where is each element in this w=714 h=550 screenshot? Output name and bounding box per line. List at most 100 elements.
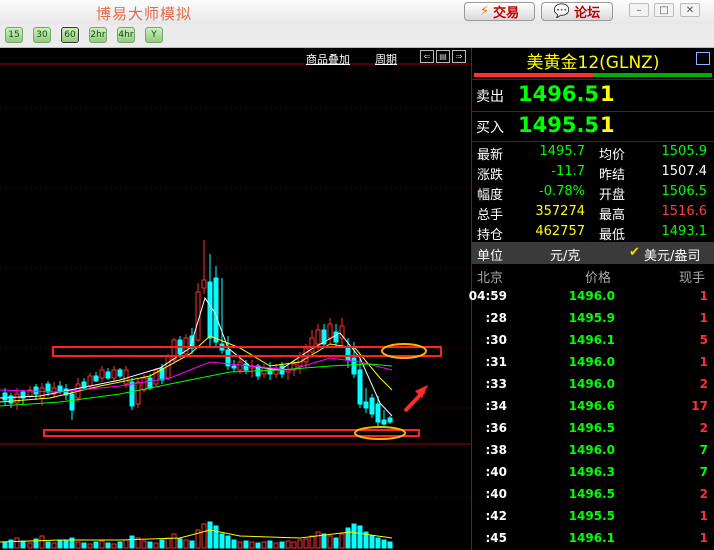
- stat-value: 1507.4: [661, 164, 708, 179]
- candle-body: [99, 369, 105, 379]
- volume-bar: [81, 542, 87, 549]
- forum-button[interactable]: 💬 论坛: [541, 2, 613, 21]
- volume-bar: [93, 541, 99, 549]
- candle-body: [213, 277, 219, 343]
- candle-body: [117, 369, 123, 377]
- tick-time: :30: [485, 333, 508, 347]
- volume-bar: [345, 527, 351, 549]
- volume-bar: [291, 541, 297, 549]
- support-box: [43, 429, 420, 437]
- volume-bar: [219, 533, 225, 549]
- maximize-icon: □: [659, 4, 669, 16]
- volume-bar: [369, 535, 375, 549]
- tick-time: :40: [485, 487, 508, 501]
- tick-qty: 2: [699, 377, 708, 391]
- tick-qty: 5: [699, 333, 708, 347]
- candle-body: [39, 387, 45, 399]
- scroll-right-icon[interactable]: ⇒: [452, 50, 466, 63]
- candle-body: [93, 375, 99, 382]
- maximize-button[interactable]: □: [654, 3, 674, 17]
- stat-label: 均价: [599, 148, 626, 163]
- app-title: 博易大师模拟: [96, 5, 193, 23]
- cycle-link[interactable]: 周期: [375, 51, 397, 67]
- candle-body: [363, 401, 369, 409]
- tick-qty: 1: [699, 289, 708, 303]
- candle-body: [14, 393, 20, 404]
- volume-bar: [255, 542, 261, 549]
- volume-bar: [357, 525, 363, 549]
- tick-time: :42: [485, 509, 508, 523]
- volume-bar: [333, 537, 339, 549]
- volume-bar: [117, 541, 123, 549]
- sell-price[interactable]: 1496.5: [518, 82, 599, 106]
- volume-bar: [237, 541, 243, 549]
- candle-body: [375, 403, 381, 423]
- candle-body: [45, 383, 51, 393]
- minimize-button[interactable]: –: [629, 3, 649, 17]
- price-grid: [0, 107, 471, 499]
- tick-qty: 2: [699, 421, 708, 435]
- tick-price: 1496.3: [568, 465, 615, 479]
- tick-price: 1496.6: [568, 399, 615, 413]
- layout-icon[interactable]: ▤: [436, 50, 450, 63]
- volume-bar: [75, 541, 81, 549]
- quote-panel: 美黄金12(GLNZ) 卖出 1496.5 1 买入 1495.5 1 最新 14…: [469, 48, 714, 550]
- volume-bar: [225, 535, 231, 549]
- close-button[interactable]: ✕: [680, 3, 700, 17]
- period-2hr-button[interactable]: 2hr: [89, 27, 107, 43]
- scroll-left-icon[interactable]: ⇐: [420, 50, 434, 63]
- volume-bar: [207, 521, 213, 549]
- buy-label: 买入: [476, 120, 504, 136]
- tick-price: 1496.5: [568, 421, 615, 435]
- volume-bar: [51, 542, 57, 549]
- sell-label: 卖出: [476, 89, 504, 105]
- volume-bar: [45, 541, 51, 549]
- period-60-button[interactable]: 60: [61, 27, 79, 43]
- trade-button[interactable]: ⚡ 交易: [464, 2, 535, 21]
- candle-body: [351, 357, 357, 375]
- check-icon[interactable]: ✔: [629, 245, 640, 260]
- candle-body: [327, 323, 333, 339]
- stat-label: 最高: [599, 208, 626, 223]
- candle-body: [207, 281, 213, 339]
- volume-bars: [0, 521, 393, 549]
- period-year-button[interactable]: Y: [145, 27, 163, 43]
- tick-price: 1496.0: [568, 377, 615, 391]
- unit-alt[interactable]: 美元/盎司: [644, 245, 700, 264]
- period-4hr-button[interactable]: 4hr: [117, 27, 135, 43]
- chart-nav-icons: ⇐ ▤ ⇒: [420, 50, 466, 63]
- unit-row: 单位 元/克 ✔ 美元/盎司: [472, 242, 714, 264]
- stat-label: 幅度: [477, 188, 504, 203]
- volume-bar: [285, 540, 291, 549]
- volume-bar: [297, 539, 303, 549]
- tick-time: :34: [485, 399, 508, 413]
- symbol-title: 美黄金12(GLNZ): [526, 52, 660, 73]
- buy-price[interactable]: 1495.5: [518, 113, 599, 137]
- period-15-button[interactable]: 15: [5, 27, 23, 43]
- candle-body: [369, 397, 375, 415]
- ticks-time-header: 北京: [477, 271, 504, 286]
- candle-body: [105, 371, 111, 379]
- panel-maximize-icon[interactable]: [696, 52, 710, 65]
- volume-bar: [273, 542, 279, 549]
- stat-label: 涨跌: [477, 168, 504, 183]
- sell-strength-bar: [474, 73, 594, 77]
- speech-bubble-icon: 💬: [553, 4, 571, 19]
- stat-value: -11.7: [551, 164, 585, 179]
- kline-chart[interactable]: [0, 48, 471, 550]
- volume-bar: [123, 539, 129, 549]
- volume-bar: [39, 535, 45, 549]
- candle-body: [147, 377, 153, 389]
- divider: [472, 79, 714, 80]
- overlay-link[interactable]: 商品叠加: [306, 51, 350, 67]
- volume-bar: [339, 533, 345, 549]
- tick-price: 1496.1: [568, 531, 615, 545]
- period-toolbar: 15 30 60 2hr 4hr Y: [0, 24, 714, 48]
- unit-value: 元/克: [550, 249, 581, 264]
- volume-bar: [249, 541, 255, 549]
- candle-body: [345, 347, 351, 361]
- kline-chart-area[interactable]: 商品叠加 周期 ⇐ ▤ ⇒: [0, 48, 471, 550]
- period-30-button[interactable]: 30: [33, 27, 51, 43]
- tick-time: :28: [485, 311, 508, 325]
- tick-qty: 1: [699, 355, 708, 369]
